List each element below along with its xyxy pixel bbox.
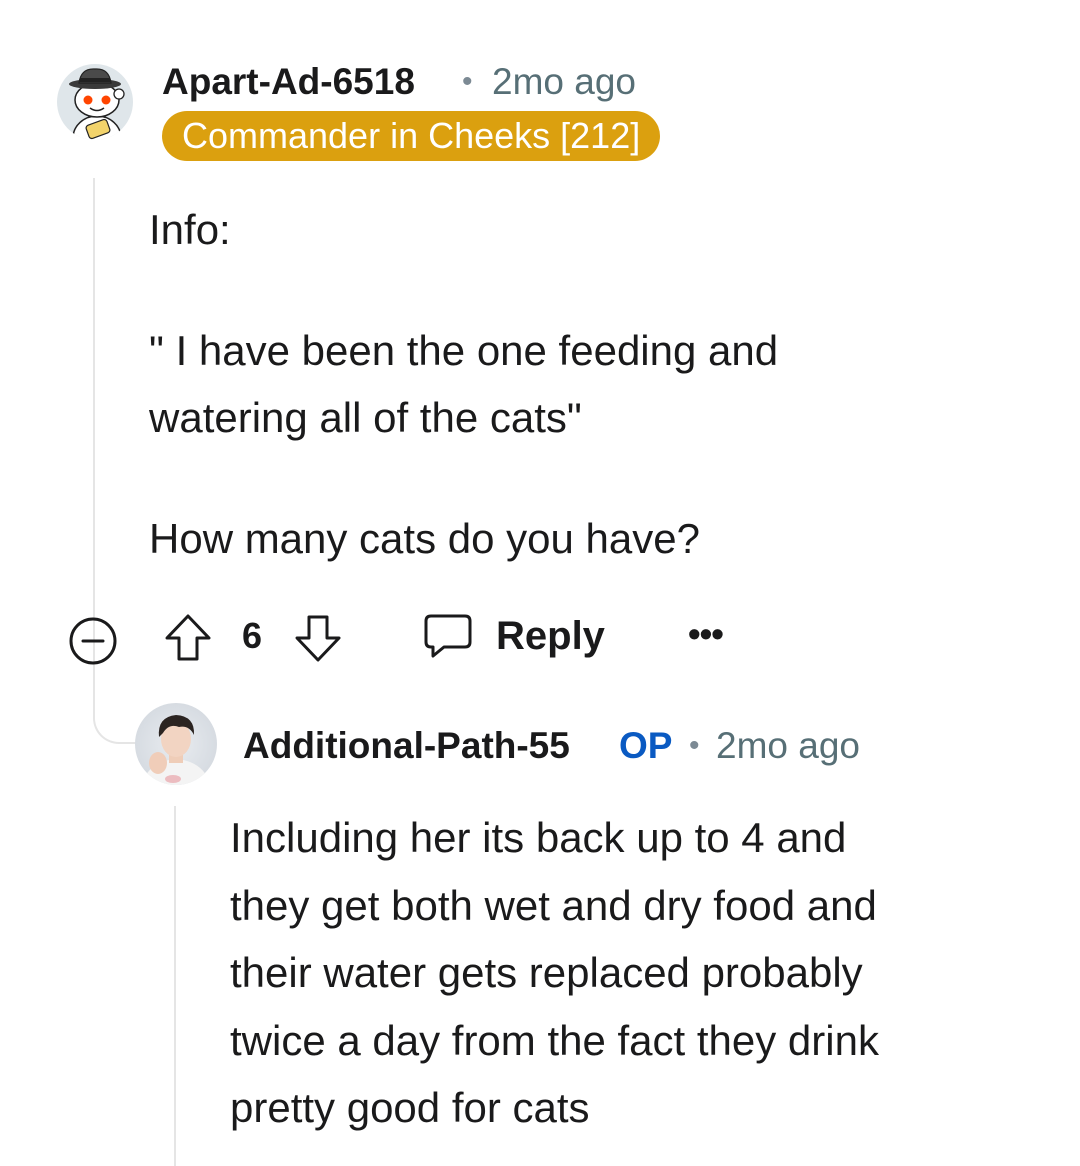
thread-connector [93,686,139,744]
collapse-thread-button[interactable] [68,616,118,666]
downvote-button[interactable] [292,612,344,664]
snoo-avatar-icon [57,64,133,140]
user-photo-avatar-icon [135,703,217,785]
meta-separator: • [462,65,473,98]
user-flair: Commander in Cheeks [212] [162,111,661,161]
reply-thread-line[interactable] [174,806,176,1166]
upvote-button[interactable] [162,612,214,664]
meta-separator: • [689,729,700,762]
comment-text-line: How many cats do you have? [149,515,700,562]
comment-body: Including her its back up to 4 and they … [230,814,879,1131]
avatar[interactable] [135,703,217,785]
avatar[interactable] [57,64,133,140]
speech-bubble-icon [424,614,472,658]
comment-timestamp[interactable]: 2mo ago [716,724,860,768]
comment-body: Info: " I have been the one feeding and … [149,196,969,572]
reply-label: Reply [496,613,605,658]
downvote-arrow-icon [295,615,341,662]
comment-timestamp[interactable]: 2mo ago [492,60,636,104]
comment-author[interactable]: Apart-Ad-6518 [162,60,415,104]
op-badge: OP [619,725,673,766]
comment-text-line: Info: [149,206,231,253]
comment-author[interactable]: Additional-Path-55 [243,724,570,768]
comment-text-line: " I have been the one feeding and [149,327,779,374]
minus-circle-icon [69,617,117,665]
comment-text-line: watering all of the cats" [149,394,582,441]
reply-button[interactable]: Reply [422,608,605,664]
more-options-button[interactable]: ••• [688,612,724,656]
vote-count: 6 [242,615,263,656]
upvote-arrow-icon [165,614,211,661]
